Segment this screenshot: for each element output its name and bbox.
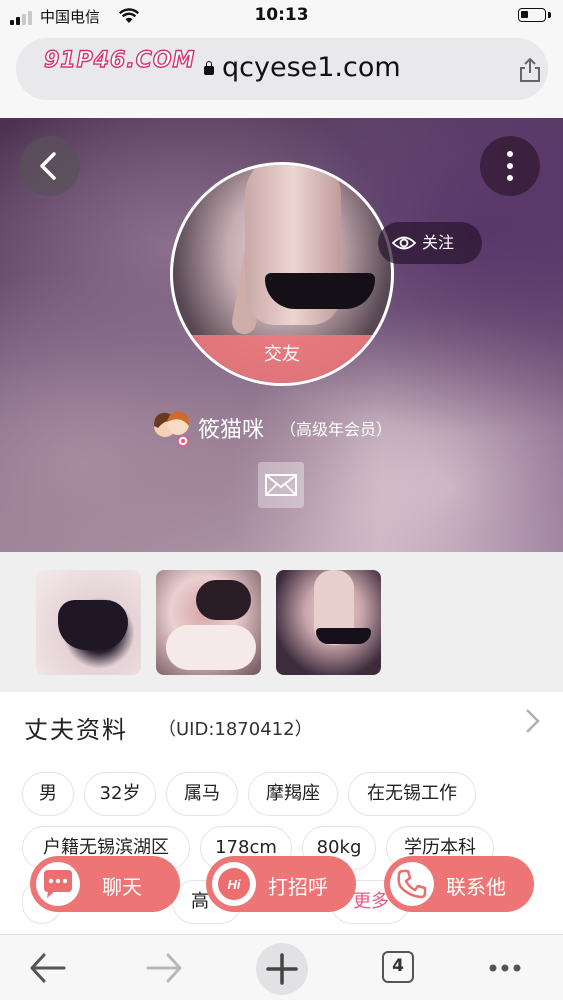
tag-constellation: 摩羯座 [248,772,338,816]
phone-icon [390,862,434,906]
follow-label: 关注 [422,233,455,252]
chat-bubble-icon [36,862,80,906]
more-horizontal-icon[interactable] [480,945,530,991]
clock: 10:13 [254,5,309,25]
member-level-badge: （高级年会员） [280,420,393,439]
gallery-thumbnail[interactable] [36,570,141,675]
gallery-thumbnail[interactable] [276,570,381,675]
chevron-right-icon[interactable] [522,706,544,736]
share-icon[interactable] [516,56,544,84]
browser-bar: 91P46.COM qcyese1.com [0,32,563,118]
status-bar: 中国电信 10:13 [0,0,563,32]
photo-gallery [0,552,563,692]
hi-icon: Hi [212,862,256,906]
browser-toolbar: 4 [0,934,563,1000]
tag-work-location: 在无锡工作 [348,772,476,816]
contact-button[interactable]: 联系他 [384,856,534,912]
username: 筱猫咪 [198,418,265,443]
back-button[interactable] [20,136,80,196]
user-info-row: 筱猫咪 （高级年会员） [152,406,392,450]
chevron-left-icon [40,152,56,180]
message-button[interactable] [258,462,304,508]
watermark: 91P46.COM [43,47,196,73]
plus-icon [266,953,298,985]
follow-button[interactable]: 关注 [378,222,482,264]
more-button[interactable] [480,136,540,196]
greet-label: 打招呼 [268,875,328,899]
profile-avatar[interactable]: 交友 [170,162,394,386]
eye-icon [392,236,416,250]
more-vertical-icon [507,151,513,157]
hi-icon-text: Hi [228,877,241,892]
profile-title: 丈夫资料 [24,716,128,744]
chat-button[interactable]: 聊天 [30,856,180,912]
couple-avatar-icon [152,408,192,448]
profile-uid: （UID:1870412） [158,719,313,740]
battery-icon [518,8,546,22]
url-text[interactable]: qcyese1.com [222,52,401,83]
address-bar[interactable]: 91P46.COM qcyese1.com [16,38,548,100]
lock-icon [204,61,214,75]
tabs-button[interactable]: 4 [382,951,414,983]
tag-gender: 男 [22,772,74,816]
chat-label: 聊天 [102,875,142,899]
gallery-thumbnail[interactable] [156,570,261,675]
new-tab-button[interactable] [256,943,308,995]
forward-arrow-icon[interactable] [140,945,190,991]
contact-label: 联系他 [446,875,506,899]
envelope-icon [265,474,297,496]
tag-age: 32岁 [84,772,156,816]
greet-button[interactable]: Hi 打招呼 [206,856,356,912]
avatar-label[interactable]: 交友 [173,335,391,383]
tag-zodiac: 属马 [166,772,238,816]
hero-background [380,118,563,552]
profile-hero: 交友 关注 筱猫咪 （高级年会员） [0,118,563,552]
back-arrow-icon[interactable] [22,945,72,991]
profile-section-header[interactable]: 丈夫资料 （UID:1870412） [0,692,563,762]
battery-tip [548,12,551,18]
